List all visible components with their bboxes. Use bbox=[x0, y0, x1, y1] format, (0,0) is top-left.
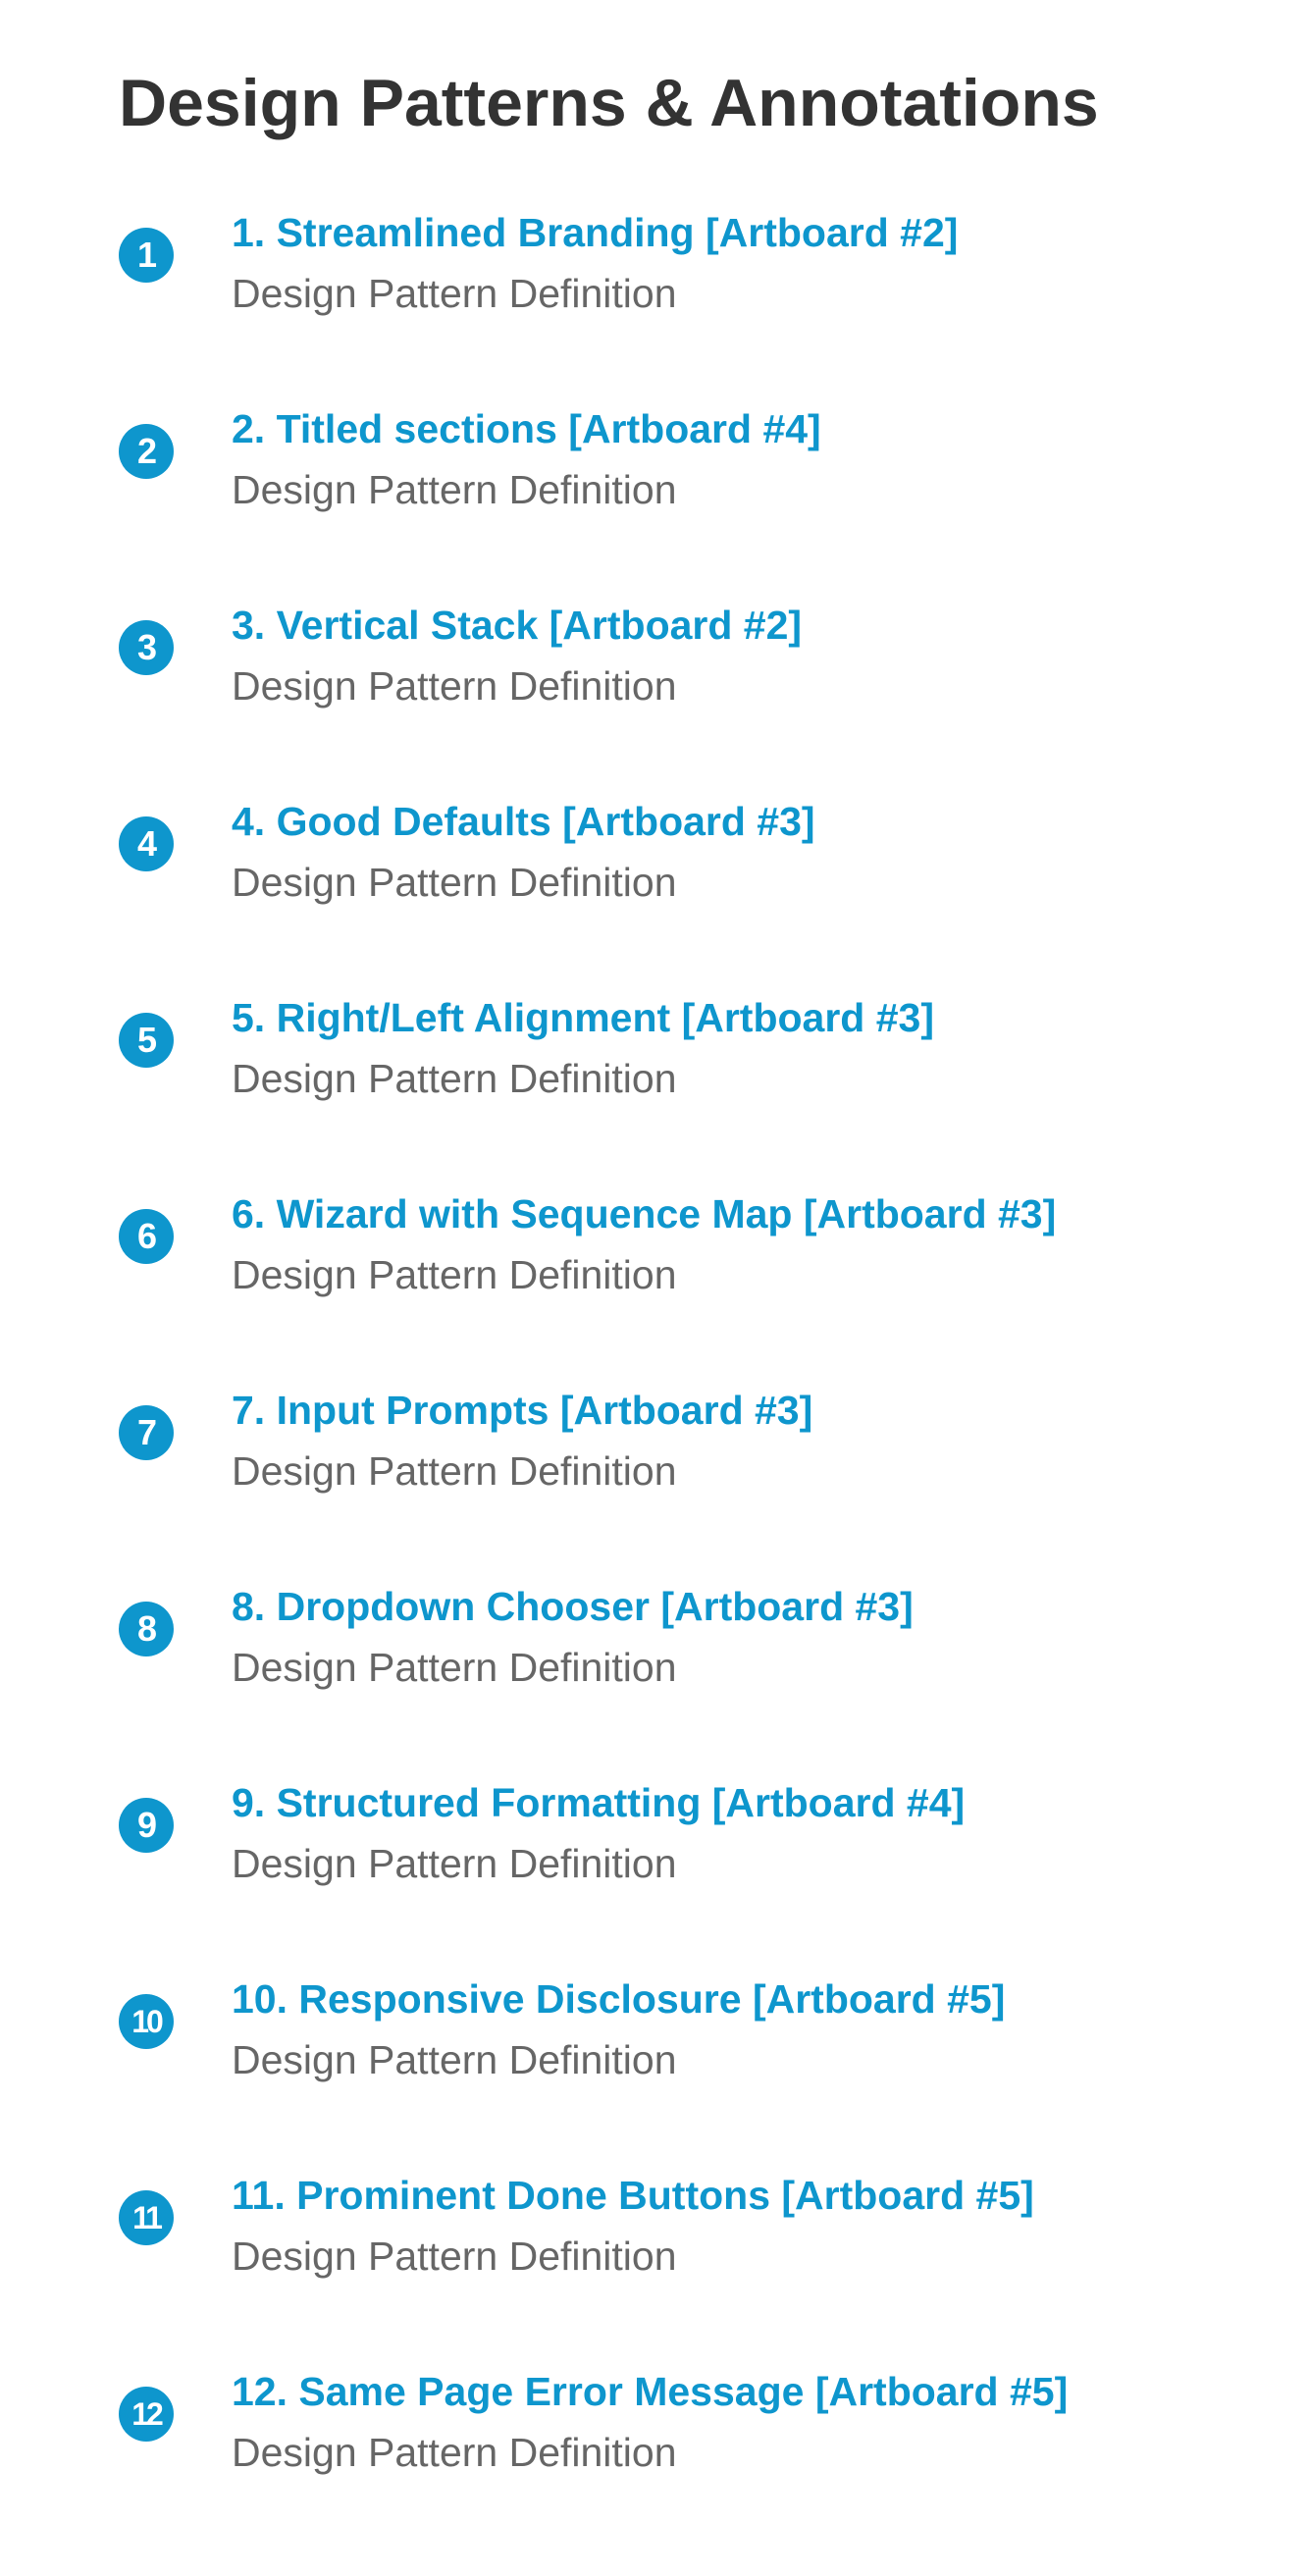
pattern-definition: Design Pattern Definition bbox=[232, 663, 677, 709]
pattern-title: 3. Vertical Stack [Artboard #2] bbox=[232, 603, 803, 648]
pattern-definition: Design Pattern Definition bbox=[232, 1056, 677, 1101]
pattern-item: 5 5. Right/Left Alignment [Artboard #3] … bbox=[0, 976, 1308, 1173]
number-badge-icon: 2 bbox=[119, 424, 174, 479]
pattern-definition: Design Pattern Definition bbox=[232, 860, 677, 905]
number-badge-icon: 1 bbox=[119, 228, 174, 283]
pattern-item: 1 1. Streamlined Branding [Artboard #2] … bbox=[0, 191, 1308, 388]
pattern-item: 8 8. Dropdown Chooser [Artboard #3] Desi… bbox=[0, 1565, 1308, 1761]
annotations-page: Design Patterns & Annotations 1 1. Strea… bbox=[0, 0, 1308, 2576]
pattern-item: 9 9. Structured Formatting [Artboard #4]… bbox=[0, 1761, 1308, 1958]
pattern-title: 9. Structured Formatting [Artboard #4] bbox=[232, 1780, 966, 1825]
number-badge-icon: 8 bbox=[119, 1602, 174, 1656]
pattern-definition: Design Pattern Definition bbox=[232, 2430, 677, 2475]
pattern-title: 5. Right/Left Alignment [Artboard #3] bbox=[232, 995, 934, 1040]
pattern-definition: Design Pattern Definition bbox=[232, 271, 677, 316]
pattern-title: 8. Dropdown Chooser [Artboard #3] bbox=[232, 1584, 914, 1629]
pattern-title: 7. Input Prompts [Artboard #3] bbox=[232, 1388, 813, 1433]
pattern-definition: Design Pattern Definition bbox=[232, 2234, 677, 2279]
number-badge-icon: 3 bbox=[119, 620, 174, 675]
pattern-definition: Design Pattern Definition bbox=[232, 1645, 677, 1690]
pattern-title: 4. Good Defaults [Artboard #3] bbox=[232, 799, 815, 844]
number-badge-icon: 5 bbox=[119, 1013, 174, 1068]
number-badge-icon: 6 bbox=[119, 1209, 174, 1264]
pattern-title: 2. Titled sections [Artboard #4] bbox=[232, 406, 821, 451]
pattern-title: 6. Wizard with Sequence Map [Artboard #3… bbox=[232, 1191, 1057, 1236]
pattern-definition: Design Pattern Definition bbox=[232, 1252, 677, 1297]
pattern-item: 2 2. Titled sections [Artboard #4] Desig… bbox=[0, 388, 1308, 584]
pattern-definition: Design Pattern Definition bbox=[232, 467, 677, 512]
pattern-title: 10. Responsive Disclosure [Artboard #5] bbox=[232, 1976, 1006, 2022]
pattern-list: 1 1. Streamlined Branding [Artboard #2] … bbox=[0, 191, 1308, 2547]
number-badge-icon: 9 bbox=[119, 1798, 174, 1853]
pattern-item: 4 4. Good Defaults [Artboard #3] Design … bbox=[0, 780, 1308, 976]
page-title: Design Patterns & Annotations bbox=[119, 66, 1099, 140]
number-badge-icon: 10 bbox=[119, 1994, 174, 2049]
number-badge-icon: 4 bbox=[119, 816, 174, 871]
number-badge-icon: 7 bbox=[119, 1405, 174, 1460]
pattern-title: 11. Prominent Done Buttons [Artboard #5] bbox=[232, 2173, 1034, 2218]
pattern-item: 10 10. Responsive Disclosure [Artboard #… bbox=[0, 1958, 1308, 2154]
pattern-definition: Design Pattern Definition bbox=[232, 1448, 677, 1494]
pattern-item: 11 11. Prominent Done Buttons [Artboard … bbox=[0, 2154, 1308, 2350]
pattern-title: 1. Streamlined Branding [Artboard #2] bbox=[232, 210, 959, 255]
pattern-title: 12. Same Page Error Message [Artboard #5… bbox=[232, 2369, 1069, 2414]
pattern-item: 7 7. Input Prompts [Artboard #3] Design … bbox=[0, 1369, 1308, 1565]
pattern-definition: Design Pattern Definition bbox=[232, 1841, 677, 1886]
pattern-item: 6 6. Wizard with Sequence Map [Artboard … bbox=[0, 1173, 1308, 1369]
pattern-item: 3 3. Vertical Stack [Artboard #2] Design… bbox=[0, 584, 1308, 780]
pattern-item: 12 12. Same Page Error Message [Artboard… bbox=[0, 2350, 1308, 2547]
number-badge-icon: 11 bbox=[119, 2190, 174, 2245]
number-badge-icon: 12 bbox=[119, 2387, 174, 2442]
pattern-definition: Design Pattern Definition bbox=[232, 2037, 677, 2082]
